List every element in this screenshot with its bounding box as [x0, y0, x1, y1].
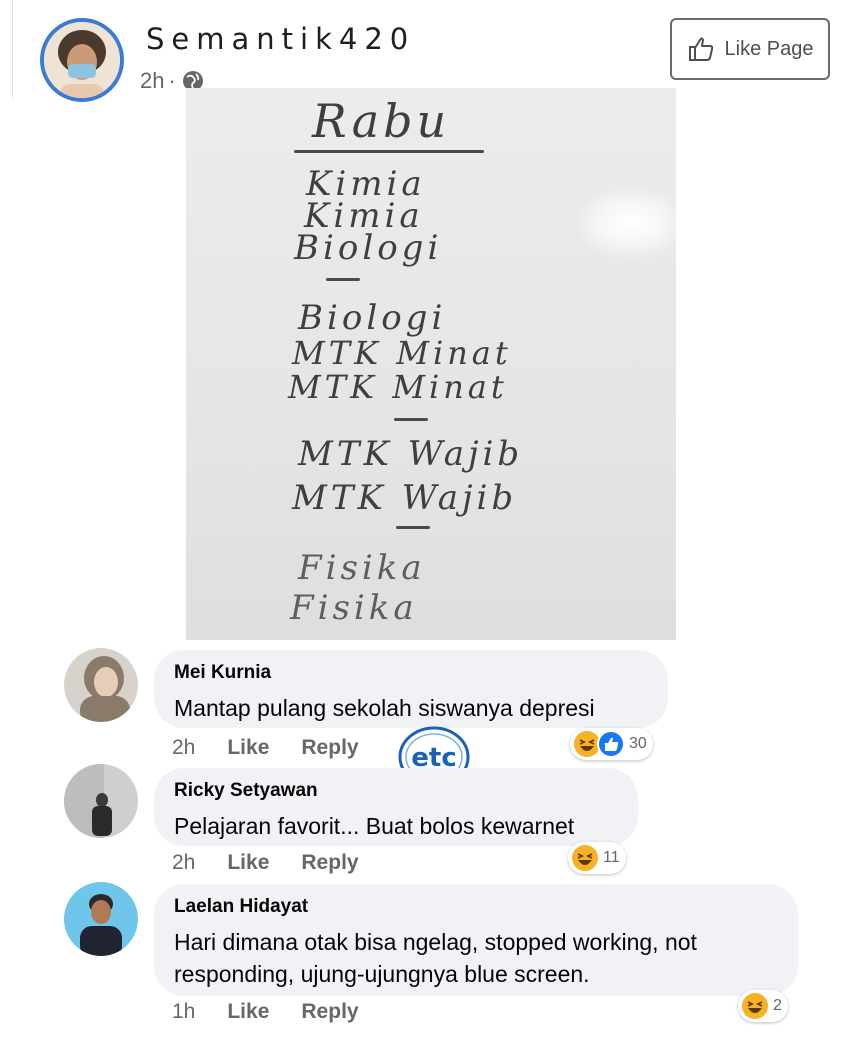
post-time[interactable]: 2h — [140, 68, 164, 94]
commenter-name[interactable]: Mei Kurnia — [174, 662, 648, 684]
comment-actions: 1h Like Reply — [172, 1000, 359, 1024]
page-avatar[interactable] — [40, 18, 124, 102]
avatar-image — [64, 764, 138, 838]
photo-line: MTK Wajib — [298, 434, 524, 474]
comment-bubble: Laelan Hidayat Hari dimana otak bisa nge… — [154, 884, 798, 996]
reaction-count: 2 — [773, 997, 782, 1014]
comment-like-button[interactable]: Like — [227, 851, 269, 875]
commenter-avatar[interactable] — [64, 648, 138, 722]
post-left-divider — [12, 0, 13, 100]
avatar-image — [64, 648, 138, 722]
photo-line: Biologi — [294, 228, 443, 268]
commenter-name[interactable]: Ricky Setyawan — [174, 780, 618, 802]
reaction-summary[interactable]: 2 — [738, 990, 788, 1022]
reaction-summary[interactable]: 30 — [570, 728, 653, 760]
commenter-avatar[interactable] — [64, 882, 138, 956]
haha-icon — [742, 993, 768, 1019]
photo-dash — [326, 278, 360, 281]
comment-like-button[interactable]: Like — [227, 736, 269, 760]
post-photo[interactable]: Rabu Kimia Kimia Biologi Biologi MTK Min… — [186, 88, 676, 640]
comment-bubble: Ricky Setyawan Pelajaran favorit... Buat… — [154, 768, 638, 846]
photo-dash — [394, 418, 428, 421]
comment-time[interactable]: 2h — [172, 851, 195, 875]
comment-bubble: Mei Kurnia Mantap pulang sekolah siswany… — [154, 650, 668, 728]
commenter-avatar[interactable] — [64, 764, 138, 838]
comment-actions: 2h Like Reply — [172, 736, 359, 760]
comment-like-button[interactable]: Like — [227, 1000, 269, 1024]
reaction-summary[interactable]: 11 — [568, 842, 626, 874]
reaction-count: 30 — [629, 735, 647, 752]
photo-line: MTK Minat — [292, 334, 512, 372]
comment-reply-button[interactable]: Reply — [301, 736, 358, 760]
photo-line: MTK Wajib — [292, 478, 518, 518]
thumbs-up-icon — [688, 37, 713, 61]
photo-title: Rabu — [312, 94, 451, 148]
like-icon — [597, 730, 625, 758]
comment-text: Pelajaran favorit... Buat bolos kewarnet — [174, 813, 575, 839]
photo-line: Biologi — [298, 298, 447, 338]
haha-icon — [572, 845, 598, 871]
reaction-count: 11 — [603, 849, 620, 866]
like-page-button[interactable]: Like Page — [670, 18, 830, 80]
commenter-name[interactable]: Laelan Hidayat — [174, 896, 778, 918]
comment-reply-button[interactable]: Reply — [301, 851, 358, 875]
page-avatar-image — [44, 22, 120, 98]
photo-dash — [396, 526, 430, 529]
comment-text: Hari dimana otak bisa ngelag, stopped wo… — [174, 929, 697, 987]
comment-text: Mantap pulang sekolah siswanya depresi — [174, 695, 595, 721]
comment-reply-button[interactable]: Reply — [301, 1000, 358, 1024]
photo-title-underline — [294, 150, 484, 153]
page-name[interactable]: Semantik420 — [146, 22, 415, 56]
like-page-label: Like Page — [724, 37, 814, 60]
meta-separator: · — [168, 68, 176, 93]
comment-time[interactable]: 1h — [172, 1000, 195, 1024]
comment-time[interactable]: 2h — [172, 736, 195, 760]
photo-line: Fisika — [298, 548, 426, 588]
photo-line: MTK Minat — [288, 368, 508, 406]
photo-line: Fisika — [290, 588, 418, 628]
avatar-image — [64, 882, 138, 956]
photo-glare — [576, 188, 676, 258]
comment-actions: 2h Like Reply — [172, 851, 359, 875]
